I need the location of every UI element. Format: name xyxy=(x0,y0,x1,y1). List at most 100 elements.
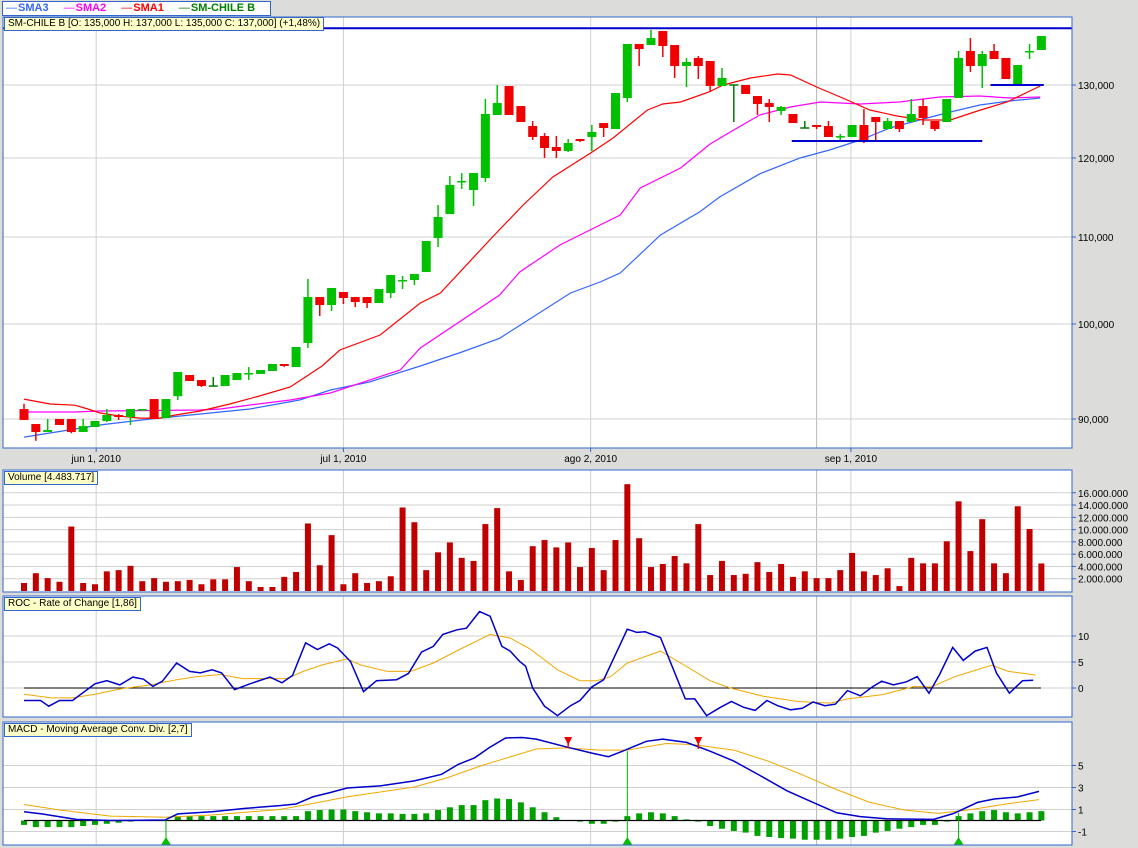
candle-body xyxy=(930,120,940,130)
date-label: sep 1, 2010 xyxy=(825,454,878,465)
macd-histogram-bar xyxy=(257,816,264,821)
legend-sma3[interactable]: —SMA3 xyxy=(6,2,55,14)
macd-histogram-bar xyxy=(896,820,903,829)
volume-bar xyxy=(837,570,844,591)
macd-histogram-bar xyxy=(245,816,252,821)
volume-bar xyxy=(328,535,335,591)
candle-body xyxy=(717,78,727,87)
3-tick-label: 3 xyxy=(1078,784,1084,795)
candle-body xyxy=(31,424,41,433)
macd-histogram-bar xyxy=(364,812,371,821)
candle-body xyxy=(563,143,573,151)
volume-bar xyxy=(151,578,158,591)
volume-bar xyxy=(884,568,891,591)
volume-bar xyxy=(316,565,323,591)
candle-body xyxy=(291,346,301,368)
candle-body xyxy=(137,409,147,411)
candle-body xyxy=(315,297,325,306)
candle-body xyxy=(173,371,183,397)
candle-body xyxy=(551,146,561,151)
volume-bar xyxy=(872,575,879,591)
candle-body xyxy=(965,50,975,67)
macd-histogram-bar xyxy=(967,813,974,821)
candle-body xyxy=(220,375,230,387)
volume-bar xyxy=(198,584,205,591)
candle-body xyxy=(338,291,348,298)
volume-bar xyxy=(943,541,950,591)
macd-histogram-bar xyxy=(636,813,643,821)
1-tick-label: 2.000.000 xyxy=(1078,575,1123,586)
volume-bar xyxy=(624,484,631,591)
volume-bar xyxy=(411,522,418,591)
volume-bar xyxy=(174,581,181,591)
legend-price[interactable]: —SM-CHILE B xyxy=(179,2,261,14)
candle-body xyxy=(906,113,916,123)
volume-bar xyxy=(127,565,134,591)
candle xyxy=(847,125,857,137)
volume-bar xyxy=(162,581,169,591)
volume-bar xyxy=(647,567,654,591)
volume-bar xyxy=(754,562,761,591)
macd-histogram-bar xyxy=(387,813,394,821)
candle-body xyxy=(670,45,680,67)
macd-histogram-bar xyxy=(1026,812,1033,821)
volume-bar xyxy=(565,542,572,591)
macd-histogram-bar xyxy=(423,813,430,821)
volume-bar xyxy=(399,507,406,591)
candle-body xyxy=(871,116,881,123)
0-tick-label: 110,000 xyxy=(1078,233,1114,244)
volume-bar xyxy=(766,571,773,591)
stock-chart[interactable]: 90,000 100,000 110,000 120,000 130,000 2.000.… xyxy=(0,0,1138,848)
candle xyxy=(161,399,171,419)
candle-body xyxy=(705,60,715,87)
volume-bar xyxy=(517,579,524,591)
volume-bar xyxy=(541,540,548,591)
macd-histogram-bar xyxy=(707,820,714,826)
macd-histogram-bar xyxy=(44,820,51,828)
3-tick-label: 5 xyxy=(1078,762,1084,773)
candle xyxy=(256,369,266,374)
macd-histogram-bar xyxy=(908,820,915,828)
volume-bar xyxy=(718,560,725,591)
macd-histogram-bar xyxy=(991,810,998,821)
volume-bar xyxy=(1014,506,1021,591)
macd-histogram-bar xyxy=(920,820,927,825)
macd-histogram-bar xyxy=(813,820,820,840)
macd-histogram-bar xyxy=(647,812,654,821)
macd-histogram-bar xyxy=(825,820,832,840)
candle-body xyxy=(327,287,337,306)
macd-histogram-bar xyxy=(68,820,75,828)
volume-bar xyxy=(32,573,39,591)
macd-histogram-bar xyxy=(754,820,761,836)
1-tick-label: 16.000.000 xyxy=(1078,489,1128,500)
macd-histogram-bar xyxy=(931,820,938,825)
legend-sma1[interactable]: —SMA1 xyxy=(121,2,170,14)
candle-body xyxy=(918,106,928,118)
macd-info-label: MACD - Moving Average Conv. Div. [2,7] xyxy=(4,723,192,737)
volume-bar xyxy=(600,570,607,591)
macd-histogram-bar xyxy=(872,820,879,833)
1-tick-label: 10.000.000 xyxy=(1078,526,1128,537)
roc-panel xyxy=(3,596,1072,717)
2-tick-label: 0 xyxy=(1078,684,1084,695)
candle-body xyxy=(835,136,845,138)
legend-sma2[interactable]: —SMA2 xyxy=(64,2,113,14)
candle-body xyxy=(279,363,289,366)
candle xyxy=(267,363,277,372)
0-tick-label: 130,000 xyxy=(1078,81,1115,92)
candle xyxy=(90,420,100,427)
macd-histogram-bar xyxy=(884,820,891,831)
volume-bar xyxy=(293,571,300,591)
volume-bar xyxy=(931,563,938,591)
candle-body xyxy=(646,38,656,46)
macd-histogram-bar xyxy=(222,816,229,821)
price-info-label: SM-CHILE B [O: 135,000 H: 137,000 L: 135… xyxy=(4,17,325,31)
candle xyxy=(374,289,384,304)
candle xyxy=(611,93,620,130)
candle-body xyxy=(1013,64,1023,85)
volume-bar xyxy=(435,552,442,591)
volume-bar xyxy=(458,557,465,591)
legend-sma1-label: SMA1 xyxy=(133,2,164,14)
volume-bar xyxy=(56,581,63,591)
volume-bar xyxy=(636,538,643,591)
